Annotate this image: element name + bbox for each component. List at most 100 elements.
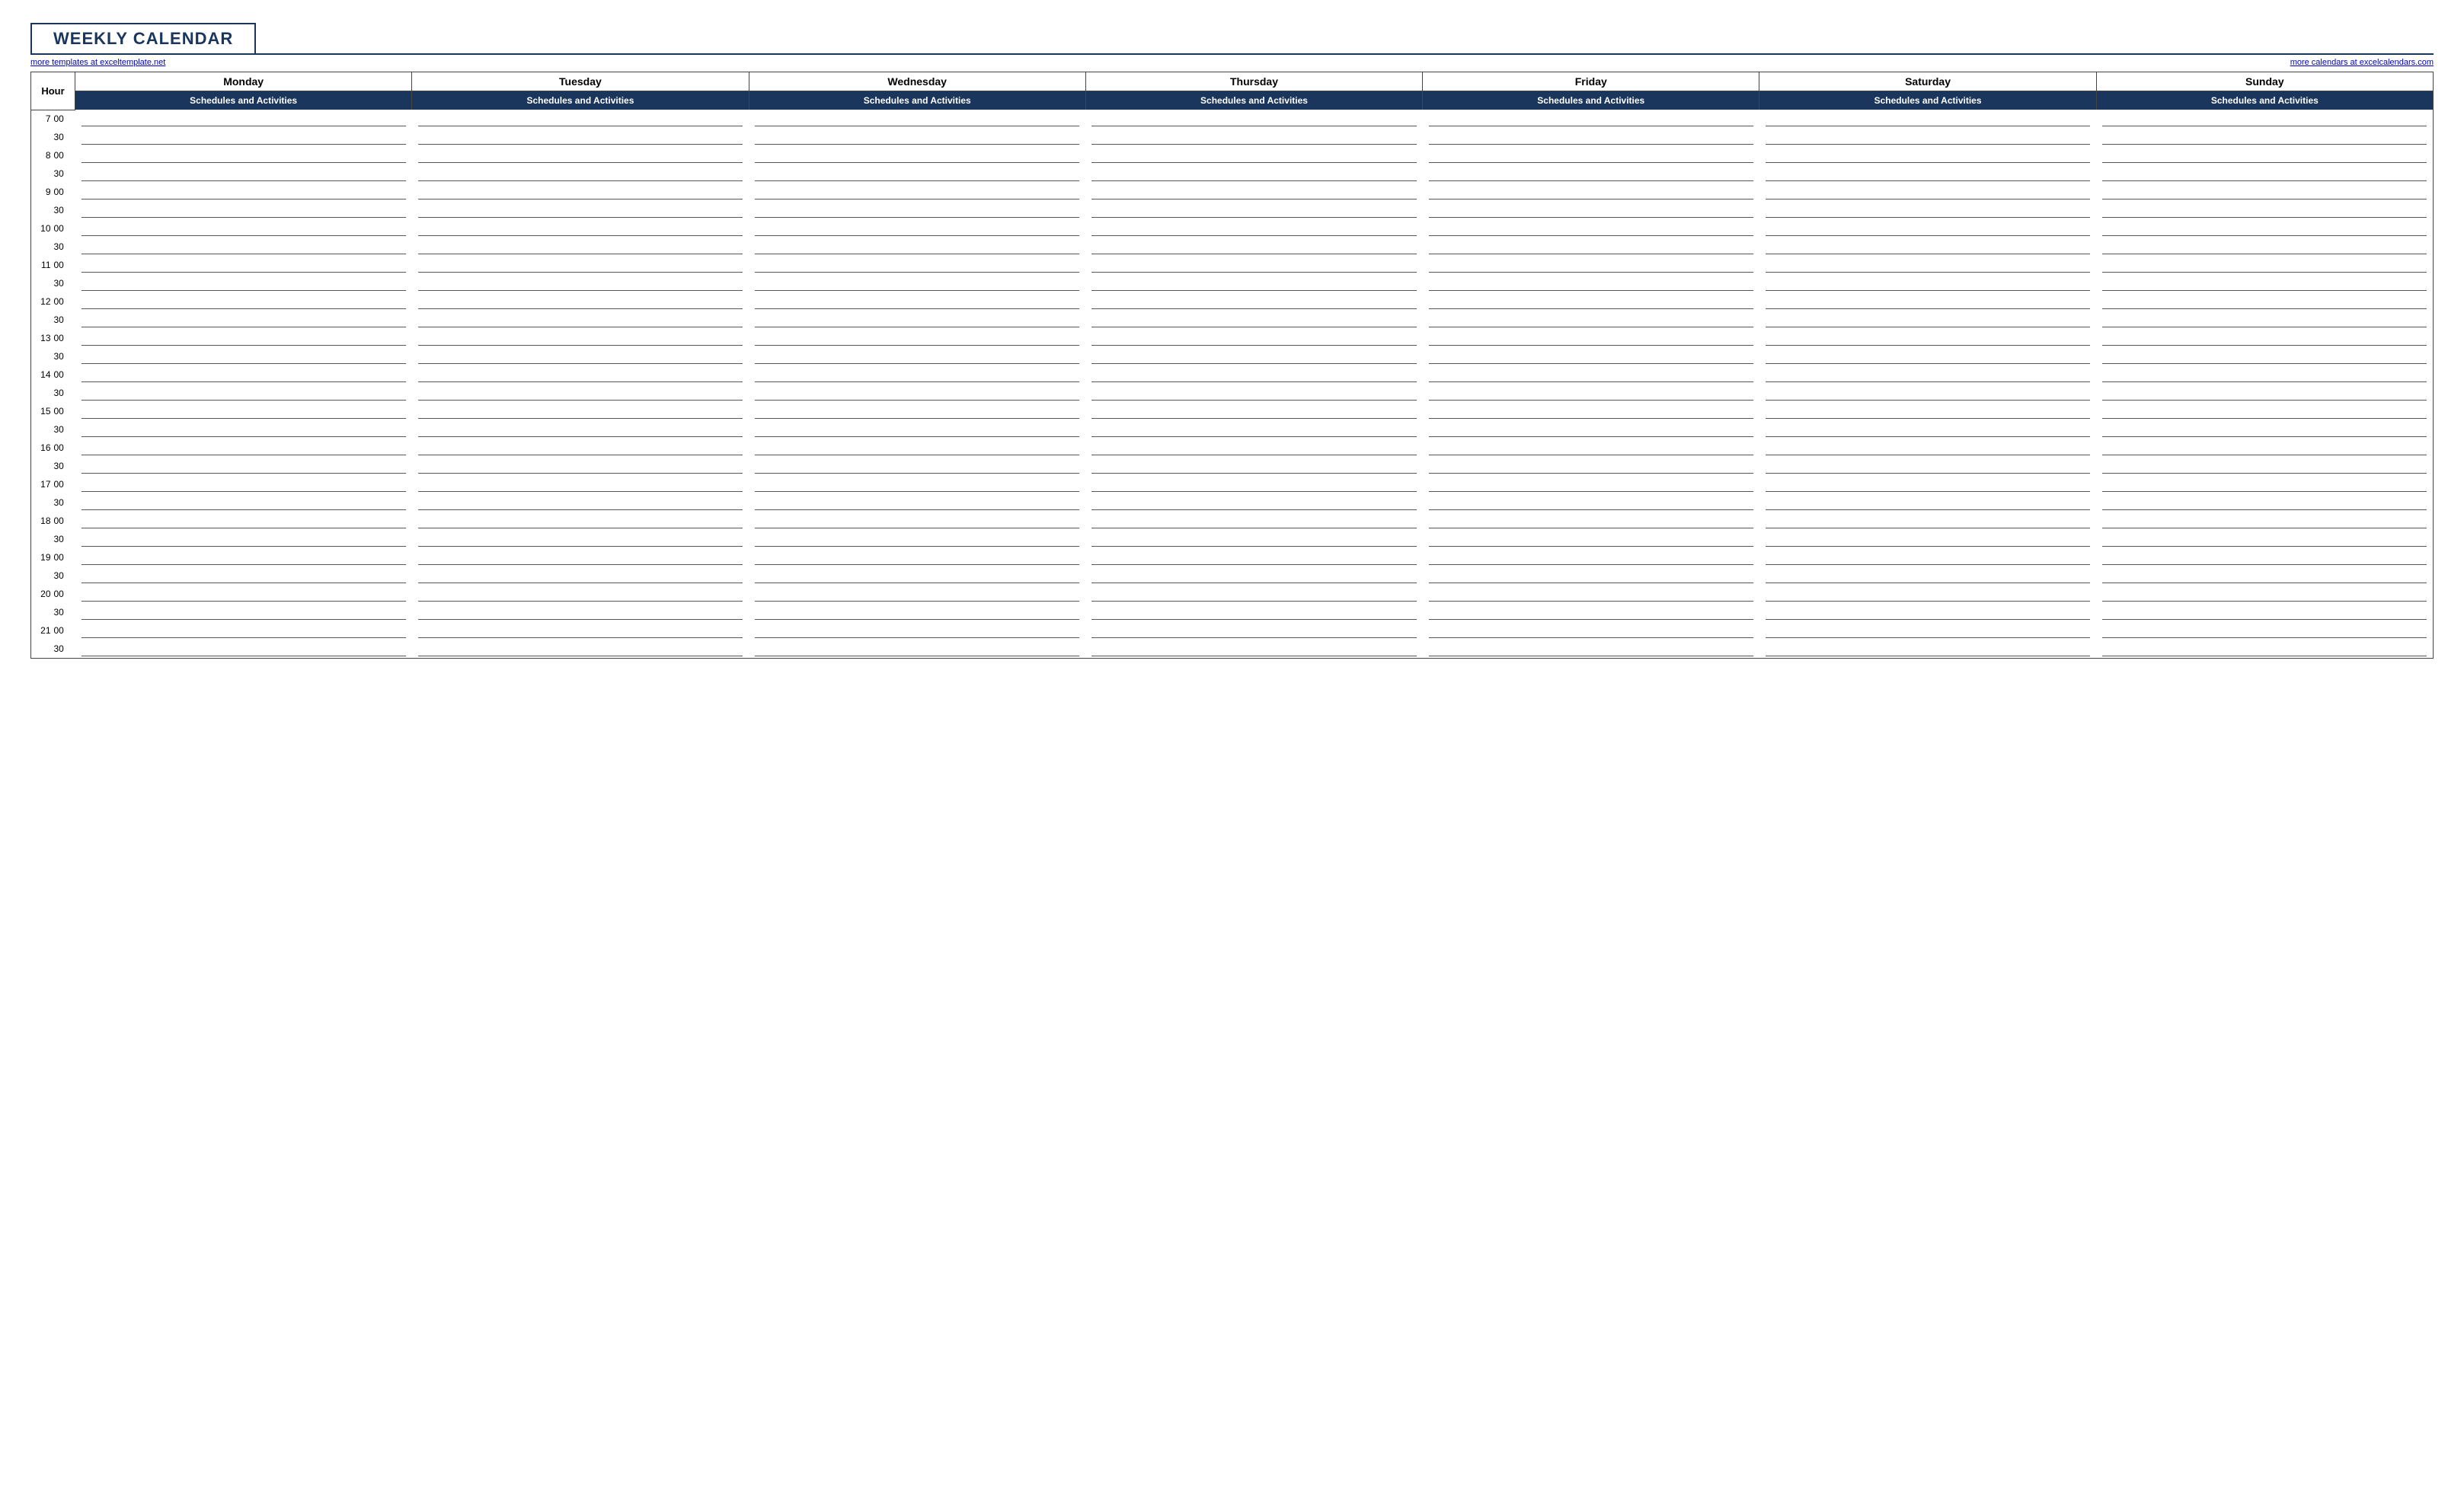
schedule-slot[interactable] <box>1085 347 1422 365</box>
schedule-slot[interactable] <box>1423 420 1759 439</box>
schedule-slot[interactable] <box>412 238 749 256</box>
schedule-slot[interactable] <box>1085 603 1422 621</box>
schedule-slot[interactable] <box>412 164 749 183</box>
schedule-slot[interactable] <box>1423 292 1759 311</box>
schedule-slot[interactable] <box>749 585 1085 603</box>
schedule-slot[interactable] <box>1423 621 1759 640</box>
schedule-slot[interactable] <box>412 329 749 347</box>
schedule-slot[interactable] <box>412 512 749 530</box>
schedule-slot[interactable] <box>412 128 749 146</box>
schedule-slot[interactable] <box>1759 164 2096 183</box>
schedule-slot[interactable] <box>1759 329 2096 347</box>
schedule-slot[interactable] <box>1423 402 1759 420</box>
schedule-slot[interactable] <box>2096 238 2433 256</box>
schedule-slot[interactable] <box>1759 567 2096 585</box>
schedule-slot[interactable] <box>1759 110 2096 128</box>
schedule-slot[interactable] <box>1423 238 1759 256</box>
schedule-slot[interactable] <box>412 347 749 365</box>
schedule-slot[interactable] <box>1759 347 2096 365</box>
schedule-slot[interactable] <box>412 146 749 164</box>
schedule-slot[interactable] <box>1759 146 2096 164</box>
schedule-slot[interactable] <box>1423 384 1759 402</box>
schedule-slot[interactable] <box>2096 384 2433 402</box>
schedule-slot[interactable] <box>2096 603 2433 621</box>
schedule-slot[interactable] <box>1759 128 2096 146</box>
schedule-slot[interactable] <box>75 347 412 365</box>
schedule-slot[interactable] <box>2096 110 2433 128</box>
schedule-slot[interactable] <box>412 640 749 658</box>
schedule-slot[interactable] <box>749 640 1085 658</box>
schedule-slot[interactable] <box>749 475 1085 493</box>
schedule-slot[interactable] <box>412 311 749 329</box>
schedule-slot[interactable] <box>1085 219 1422 238</box>
schedule-slot[interactable] <box>75 493 412 512</box>
schedule-slot[interactable] <box>1085 311 1422 329</box>
schedule-slot[interactable] <box>1423 311 1759 329</box>
schedule-slot[interactable] <box>1759 585 2096 603</box>
schedule-slot[interactable] <box>2096 201 2433 219</box>
schedule-slot[interactable] <box>75 146 412 164</box>
schedule-slot[interactable] <box>2096 329 2433 347</box>
schedule-slot[interactable] <box>1423 439 1759 457</box>
schedule-slot[interactable] <box>1423 548 1759 567</box>
schedule-slot[interactable] <box>75 457 412 475</box>
schedule-slot[interactable] <box>1085 164 1422 183</box>
schedule-slot[interactable] <box>1085 493 1422 512</box>
schedule-slot[interactable] <box>2096 457 2433 475</box>
schedule-slot[interactable] <box>1085 475 1422 493</box>
schedule-slot[interactable] <box>2096 621 2433 640</box>
schedule-slot[interactable] <box>2096 567 2433 585</box>
schedule-slot[interactable] <box>749 164 1085 183</box>
schedule-slot[interactable] <box>1085 183 1422 201</box>
schedule-slot[interactable] <box>1085 640 1422 658</box>
schedule-slot[interactable] <box>75 512 412 530</box>
schedule-slot[interactable] <box>2096 146 2433 164</box>
schedule-slot[interactable] <box>75 475 412 493</box>
schedule-slot[interactable] <box>412 493 749 512</box>
schedule-slot[interactable] <box>1423 164 1759 183</box>
schedule-slot[interactable] <box>1085 439 1422 457</box>
schedule-slot[interactable] <box>1759 457 2096 475</box>
schedule-slot[interactable] <box>1759 475 2096 493</box>
schedule-slot[interactable] <box>1759 548 2096 567</box>
schedule-slot[interactable] <box>2096 475 2433 493</box>
schedule-slot[interactable] <box>1085 420 1422 439</box>
schedule-slot[interactable] <box>749 512 1085 530</box>
schedule-slot[interactable] <box>1085 201 1422 219</box>
schedule-slot[interactable] <box>75 183 412 201</box>
schedule-slot[interactable] <box>749 384 1085 402</box>
schedule-slot[interactable] <box>75 219 412 238</box>
schedule-slot[interactable] <box>1759 420 2096 439</box>
schedule-slot[interactable] <box>75 640 412 658</box>
schedule-slot[interactable] <box>1759 621 2096 640</box>
schedule-slot[interactable] <box>1759 493 2096 512</box>
schedule-slot[interactable] <box>749 201 1085 219</box>
schedule-slot[interactable] <box>75 164 412 183</box>
schedule-slot[interactable] <box>1423 567 1759 585</box>
schedule-slot[interactable] <box>1085 585 1422 603</box>
schedule-slot[interactable] <box>749 256 1085 274</box>
schedule-slot[interactable] <box>1085 146 1422 164</box>
schedule-slot[interactable] <box>1759 439 2096 457</box>
schedule-slot[interactable] <box>2096 439 2433 457</box>
schedule-slot[interactable] <box>1759 201 2096 219</box>
schedule-slot[interactable] <box>2096 493 2433 512</box>
schedule-slot[interactable] <box>1759 274 2096 292</box>
schedule-slot[interactable] <box>1085 402 1422 420</box>
schedule-slot[interactable] <box>749 621 1085 640</box>
schedule-slot[interactable] <box>1085 238 1422 256</box>
schedule-slot[interactable] <box>412 420 749 439</box>
schedule-slot[interactable] <box>412 475 749 493</box>
schedule-slot[interactable] <box>1423 183 1759 201</box>
schedule-slot[interactable] <box>75 201 412 219</box>
schedule-slot[interactable] <box>75 365 412 384</box>
schedule-slot[interactable] <box>1423 347 1759 365</box>
schedule-slot[interactable] <box>2096 256 2433 274</box>
schedule-slot[interactable] <box>749 311 1085 329</box>
schedule-slot[interactable] <box>75 292 412 311</box>
schedule-slot[interactable] <box>1423 530 1759 548</box>
schedule-slot[interactable] <box>749 603 1085 621</box>
schedule-slot[interactable] <box>412 110 749 128</box>
schedule-slot[interactable] <box>1085 292 1422 311</box>
schedule-slot[interactable] <box>412 439 749 457</box>
